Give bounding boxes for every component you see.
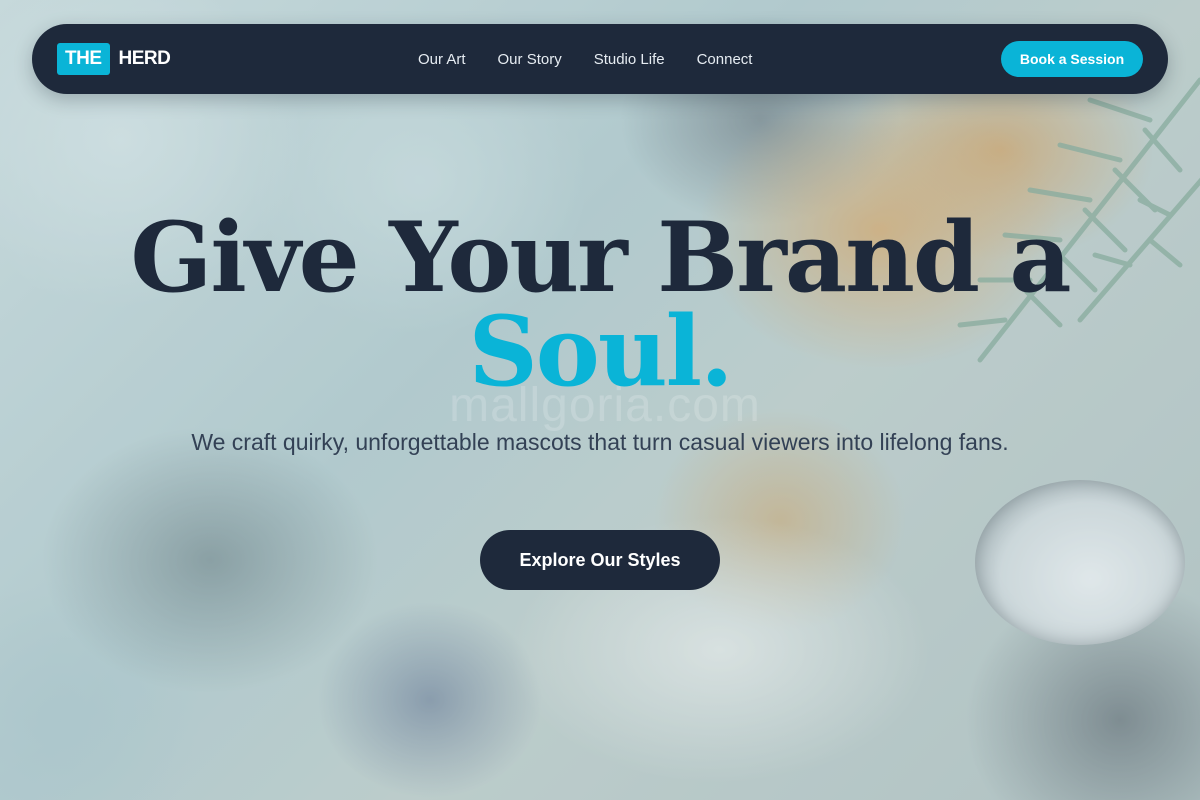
nav-link-our-story[interactable]: Our Story bbox=[498, 51, 562, 68]
nav-link-our-art[interactable]: Our Art bbox=[418, 51, 466, 68]
navbar: THE HERD Our Art Our Story Studio Life C… bbox=[32, 24, 1168, 94]
hero-title-accent: Soul. bbox=[468, 295, 733, 408]
logo-mark: THE bbox=[57, 43, 110, 75]
logo-name: HERD bbox=[118, 48, 171, 69]
hero-subtitle: We craft quirky, unforgettable mascots t… bbox=[191, 429, 1009, 455]
nav-links: Our Art Our Story Studio Life Connect bbox=[418, 24, 752, 94]
nav-link-studio-life[interactable]: Studio Life bbox=[594, 51, 665, 68]
book-session-button[interactable]: Book a Session bbox=[1001, 41, 1143, 77]
nav-link-connect[interactable]: Connect bbox=[697, 51, 753, 68]
hero-title: Give Your Brand a Soul. bbox=[0, 210, 1200, 400]
explore-styles-button[interactable]: Explore Our Styles bbox=[480, 530, 720, 590]
brand-logo[interactable]: THE HERD bbox=[57, 43, 171, 75]
